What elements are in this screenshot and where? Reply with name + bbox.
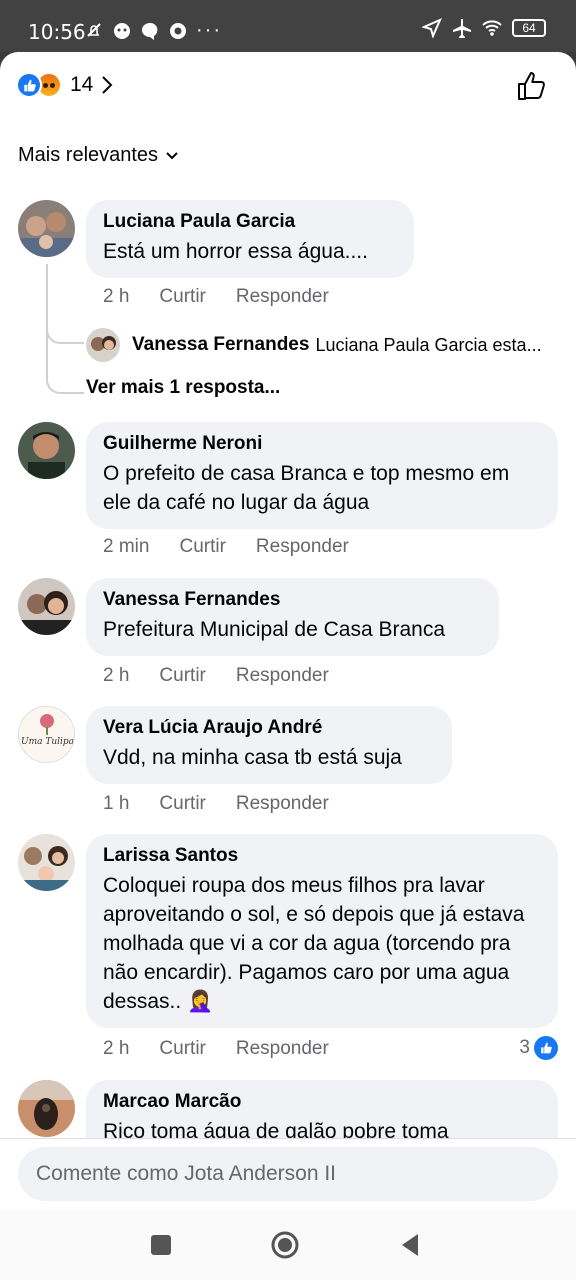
comment-time: 2 min xyxy=(103,536,150,557)
like-reaction-icon xyxy=(534,1036,558,1060)
comment-author[interactable]: Marcao Marcão xyxy=(103,1090,540,1114)
home-icon[interactable] xyxy=(270,1230,300,1260)
avatar[interactable] xyxy=(18,200,75,257)
avatar-text: Uma Tulipa xyxy=(20,737,75,747)
chevron-right-icon xyxy=(102,76,113,94)
location-icon xyxy=(422,18,442,38)
like-link[interactable]: Curtir xyxy=(159,1038,205,1060)
comment-bubble[interactable]: Vanessa Fernandes Prefeitura Municipal d… xyxy=(86,578,499,656)
like-link[interactable]: Curtir xyxy=(159,793,205,815)
like-link[interactable]: Curtir xyxy=(159,286,205,308)
avatar[interactable] xyxy=(18,834,75,891)
messenger-icon xyxy=(142,22,158,40)
battery-level: 64 xyxy=(522,21,536,35)
comment-text: Prefeitura Municipal de Casa Branca xyxy=(103,618,446,641)
avatar[interactable] xyxy=(18,1080,75,1137)
reactions-summary[interactable]: 14 xyxy=(16,72,113,98)
back-icon[interactable] xyxy=(396,1230,426,1260)
recents-icon[interactable] xyxy=(146,1230,176,1260)
avatar[interactable] xyxy=(18,422,75,479)
do-not-disturb-icon xyxy=(87,22,101,37)
comment-author[interactable]: Larissa Santos xyxy=(103,844,540,868)
comment-time: 2 h xyxy=(103,286,130,307)
status-time: 10:56 xyxy=(28,20,86,44)
comment-actions: 2 h Curtir Responder xyxy=(103,1038,359,1060)
comment-author[interactable]: Vanessa Fernandes xyxy=(103,588,481,612)
comment-author[interactable]: Luciana Paula Garcia xyxy=(103,210,396,234)
comment-text: O prefeito de casa Branca e top mesmo em… xyxy=(103,462,510,514)
reaction-count: 14 xyxy=(70,73,94,96)
reply-author[interactable]: Vanessa Fernandes xyxy=(132,334,309,356)
reply-avatar[interactable] xyxy=(86,328,120,362)
comment-bubble[interactable]: Luciana Paula Garcia Está um horror essa… xyxy=(86,200,414,278)
reaction-number: 3 xyxy=(519,1037,530,1058)
wifi-icon xyxy=(482,20,502,36)
comment-actions: 2 h Curtir Responder xyxy=(103,286,359,308)
thread-line xyxy=(46,264,84,344)
see-more-replies[interactable]: Ver mais 1 resposta... xyxy=(86,377,280,399)
like-link[interactable]: Curtir xyxy=(159,665,205,687)
reply-preview[interactable]: Vanessa Fernandes Luciana Paula Garcia e… xyxy=(86,328,566,362)
reply-link[interactable]: Responder xyxy=(236,793,329,815)
comment-bubble[interactable]: Larissa Santos Coloquei roupa dos meus f… xyxy=(86,834,558,1028)
comment-author[interactable]: Vera Lúcia Araujo André xyxy=(103,716,434,740)
comment-author[interactable]: Guilherme Neroni xyxy=(103,432,540,456)
comment-actions: 2 min Curtir Responder xyxy=(103,536,379,558)
battery-icon: 64 xyxy=(512,19,546,37)
comment-text: Está um horror essa água.... xyxy=(103,240,368,263)
comments-sheet: 14 Mais relevantes Luciana Paula Garcia … xyxy=(0,52,576,1210)
reactions-header: 14 xyxy=(0,52,576,122)
chrome-icon xyxy=(170,22,186,39)
comment-time: 2 h xyxy=(103,1038,130,1059)
reply-link[interactable]: Responder xyxy=(236,286,329,308)
reply-link[interactable]: Responder xyxy=(236,665,329,687)
comment-actions: 2 h Curtir Responder xyxy=(103,665,359,687)
airplane-mode-icon xyxy=(453,19,471,38)
avatar[interactable] xyxy=(18,578,75,635)
chevron-down-icon xyxy=(166,151,178,159)
like-button-icon[interactable] xyxy=(516,70,548,102)
sort-label: Mais relevantes xyxy=(18,144,159,166)
comment-time: 1 h xyxy=(103,793,130,814)
app-notification-icon xyxy=(114,22,130,39)
comment-bubble[interactable]: Vera Lúcia Araujo André Vdd, na minha ca… xyxy=(86,706,452,784)
more-notifications-icon: ··· xyxy=(196,19,222,41)
comment-input[interactable] xyxy=(18,1147,558,1201)
system-navigation-bar xyxy=(0,1210,576,1280)
like-link[interactable]: Curtir xyxy=(179,536,225,558)
comment-actions: 1 h Curtir Responder xyxy=(103,793,359,815)
comment-composer xyxy=(0,1138,576,1210)
reply-link[interactable]: Responder xyxy=(256,536,349,558)
comment-bubble[interactable]: Guilherme Neroni O prefeito de casa Bran… xyxy=(86,422,558,529)
status-bar: 10:56 ··· 64 xyxy=(0,0,576,52)
comment-time: 2 h xyxy=(103,665,130,686)
avatar[interactable]: Uma Tulipa xyxy=(18,706,75,763)
comment-text: Vdd, na minha casa tb está suja xyxy=(103,746,402,769)
reply-text: Luciana Paula Garcia esta... xyxy=(315,334,542,355)
comment-text: Coloquei roupa dos meus filhos pra lavar… xyxy=(103,874,525,1013)
comment-reaction-count[interactable]: 3 xyxy=(519,1036,558,1060)
sort-dropdown[interactable]: Mais relevantes xyxy=(18,144,178,167)
reply-link[interactable]: Responder xyxy=(236,1038,329,1060)
like-reaction-icon xyxy=(16,72,42,98)
